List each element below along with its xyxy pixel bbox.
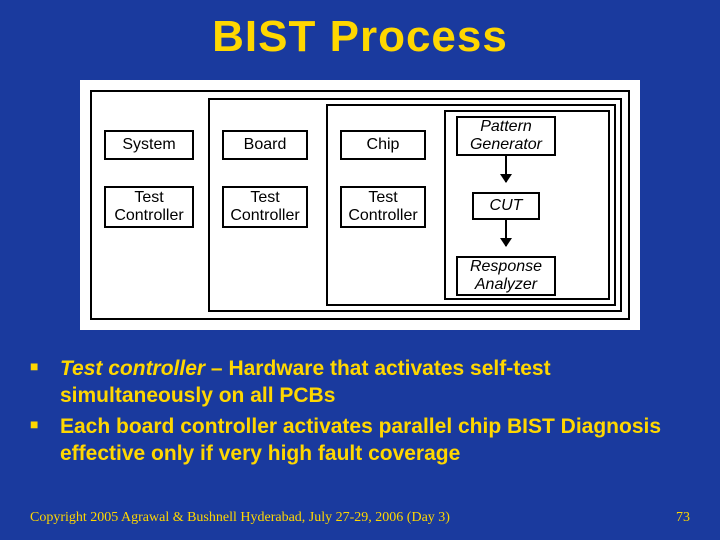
box-test-controller-2: Test Controller bbox=[222, 186, 308, 228]
bullet-1-lead: Test controller bbox=[60, 357, 205, 380]
footer-copyright: Copyright 2005 Agrawal & Bushnell Hydera… bbox=[30, 510, 450, 526]
diagram-container: System Board Chip Pattern Generator Test… bbox=[80, 80, 640, 330]
box-response-analyzer: Response Analyzer bbox=[456, 256, 556, 296]
bullet-2-rest: Each board controller activates parallel… bbox=[60, 415, 661, 465]
box-cut: CUT bbox=[472, 192, 540, 220]
diagram-outer-border: System Board Chip Pattern Generator Test… bbox=[90, 90, 630, 320]
bullet-2: Each board controller activates parallel… bbox=[54, 414, 672, 468]
box-test-controller-1: Test Controller bbox=[104, 186, 194, 228]
bullet-1: Test controller – Hardware that activate… bbox=[54, 356, 672, 410]
box-pattern-generator: Pattern Generator bbox=[456, 116, 556, 156]
bullet-list: Test controller – Hardware that activate… bbox=[54, 356, 672, 468]
footer-page-number: 73 bbox=[676, 510, 690, 526]
box-system: System bbox=[104, 130, 194, 160]
slide-title: BIST Process bbox=[0, 0, 720, 62]
arrow-cut-to-ra bbox=[505, 220, 507, 246]
arrow-pg-to-cut bbox=[505, 156, 507, 182]
slide-footer: Copyright 2005 Agrawal & Bushnell Hydera… bbox=[30, 510, 690, 526]
box-chip: Chip bbox=[340, 130, 426, 160]
box-board: Board bbox=[222, 130, 308, 160]
box-test-controller-3: Test Controller bbox=[340, 186, 426, 228]
